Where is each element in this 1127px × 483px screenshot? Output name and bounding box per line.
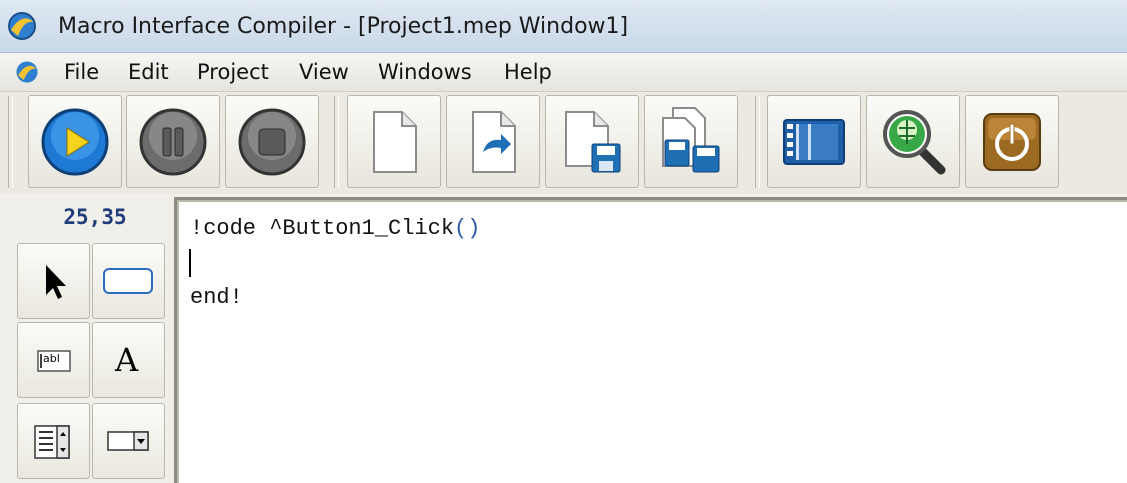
film-strip-icon	[783, 119, 845, 165]
menu-file[interactable]: File	[64, 60, 99, 84]
pause-icon	[139, 108, 207, 176]
macro-app-icon	[8, 12, 36, 40]
magnifier-bug-icon	[883, 110, 946, 175]
code-editor[interactable]: !code ^Button1_Click() end!	[174, 197, 1127, 483]
code-line-3: end!	[190, 285, 243, 310]
text-caret	[189, 249, 191, 277]
menu-project[interactable]: Project	[197, 60, 269, 84]
menu-bar: File Edit Project View Windows Help	[0, 53, 1127, 92]
power-button[interactable]	[965, 95, 1059, 188]
button-rectangle-icon	[103, 268, 153, 294]
toolbar-separator	[334, 96, 339, 188]
toolbar-grip	[8, 96, 13, 188]
debug-button[interactable]	[866, 95, 960, 188]
textbox-tool-label: abl	[43, 352, 60, 365]
menu-view[interactable]: View	[299, 60, 349, 84]
open-page-icon	[472, 111, 516, 173]
code-line-1-text: !code ^Button1_Click	[190, 216, 455, 241]
code-line-1: !code ^Button1_Click()	[190, 216, 480, 241]
code-line-1-parens: ()	[454, 216, 481, 241]
save-button[interactable]	[545, 95, 639, 188]
new-file-button[interactable]	[347, 95, 441, 188]
combobox-tool[interactable]	[92, 403, 165, 479]
arrow-cursor-icon	[46, 265, 66, 299]
menu-help[interactable]: Help	[504, 60, 552, 84]
stop-icon	[238, 108, 306, 176]
label-a-icon: A	[115, 341, 139, 379]
play-icon	[41, 108, 109, 176]
power-icon	[983, 113, 1041, 171]
pointer-tool[interactable]	[17, 243, 90, 319]
button-tool[interactable]	[92, 243, 165, 319]
save-icon	[565, 111, 621, 173]
save-all-icon	[662, 107, 720, 173]
cursor-coordinates: 25,35	[63, 205, 127, 229]
save-all-button[interactable]	[644, 95, 738, 188]
toolbar	[0, 92, 1127, 194]
menu-edit[interactable]: Edit	[128, 60, 169, 84]
combobox-icon	[107, 431, 149, 451]
listbox-icon	[34, 425, 70, 459]
new-page-icon	[373, 111, 417, 173]
menu-windows[interactable]: Windows	[378, 60, 472, 84]
form-designer-button[interactable]	[767, 95, 861, 188]
open-file-button[interactable]	[446, 95, 540, 188]
run-button[interactable]	[28, 95, 122, 188]
pause-button[interactable]	[126, 95, 220, 188]
window-title: Macro Interface Compiler - [Project1.mep…	[58, 14, 629, 39]
stop-button[interactable]	[225, 95, 319, 188]
title-bar: Macro Interface Compiler - [Project1.mep…	[0, 0, 1127, 53]
textbox-tool[interactable]: abl	[17, 322, 90, 398]
app-window: Macro Interface Compiler - [Project1.mep…	[0, 0, 1127, 483]
listbox-tool[interactable]	[17, 403, 90, 479]
system-menu-icon[interactable]	[14, 59, 40, 85]
toolbar-separator	[755, 96, 760, 188]
label-tool[interactable]: A	[92, 322, 165, 398]
